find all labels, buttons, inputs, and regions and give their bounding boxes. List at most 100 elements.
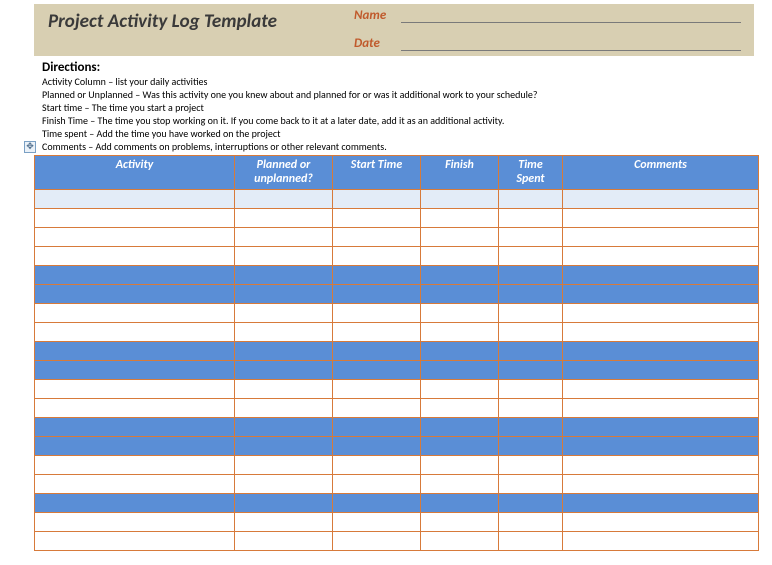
table-cell[interactable]: [35, 437, 235, 456]
table-cell[interactable]: [35, 456, 235, 475]
table-cell[interactable]: [333, 304, 421, 323]
table-row[interactable]: [35, 209, 759, 228]
table-cell[interactable]: [563, 418, 759, 437]
table-cell[interactable]: [333, 228, 421, 247]
table-cell[interactable]: [333, 418, 421, 437]
table-cell[interactable]: [235, 190, 333, 209]
table-cell[interactable]: [333, 513, 421, 532]
table-row[interactable]: [35, 532, 759, 551]
table-cell[interactable]: [333, 190, 421, 209]
table-cell[interactable]: [499, 380, 563, 399]
table-cell[interactable]: [421, 361, 499, 380]
table-cell[interactable]: [499, 456, 563, 475]
table-row[interactable]: [35, 456, 759, 475]
table-row[interactable]: [35, 190, 759, 209]
table-cell[interactable]: [421, 456, 499, 475]
table-cell[interactable]: [499, 266, 563, 285]
table-cell[interactable]: [421, 266, 499, 285]
table-cell[interactable]: [333, 399, 421, 418]
table-cell[interactable]: [421, 228, 499, 247]
table-row[interactable]: [35, 361, 759, 380]
table-row[interactable]: [35, 285, 759, 304]
table-cell[interactable]: [35, 361, 235, 380]
table-cell[interactable]: [235, 494, 333, 513]
table-cell[interactable]: [563, 285, 759, 304]
table-cell[interactable]: [235, 418, 333, 437]
table-cell[interactable]: [421, 437, 499, 456]
table-cell[interactable]: [421, 209, 499, 228]
table-cell[interactable]: [421, 247, 499, 266]
table-cell[interactable]: [235, 532, 333, 551]
table-cell[interactable]: [35, 247, 235, 266]
table-cell[interactable]: [563, 228, 759, 247]
table-cell[interactable]: [499, 513, 563, 532]
table-row[interactable]: [35, 380, 759, 399]
table-cell[interactable]: [563, 532, 759, 551]
table-cell[interactable]: [421, 342, 499, 361]
table-cell[interactable]: [35, 475, 235, 494]
table-cell[interactable]: [35, 418, 235, 437]
table-cell[interactable]: [563, 399, 759, 418]
table-cell[interactable]: [235, 475, 333, 494]
table-cell[interactable]: [333, 456, 421, 475]
table-cell[interactable]: [421, 513, 499, 532]
table-cell[interactable]: [235, 456, 333, 475]
table-cell[interactable]: [333, 285, 421, 304]
table-cell[interactable]: [235, 437, 333, 456]
table-cell[interactable]: [563, 342, 759, 361]
table-row[interactable]: [35, 304, 759, 323]
table-cell[interactable]: [35, 285, 235, 304]
table-cell[interactable]: [499, 285, 563, 304]
table-cell[interactable]: [35, 190, 235, 209]
table-cell[interactable]: [35, 266, 235, 285]
table-cell[interactable]: [499, 475, 563, 494]
table-cell[interactable]: [333, 361, 421, 380]
table-cell[interactable]: [499, 209, 563, 228]
table-cell[interactable]: [333, 342, 421, 361]
table-move-handle-icon[interactable]: ✥: [24, 141, 36, 153]
table-cell[interactable]: [333, 266, 421, 285]
table-cell[interactable]: [235, 285, 333, 304]
table-cell[interactable]: [333, 247, 421, 266]
table-cell[interactable]: [421, 475, 499, 494]
table-cell[interactable]: [333, 323, 421, 342]
table-cell[interactable]: [35, 228, 235, 247]
table-cell[interactable]: [499, 190, 563, 209]
table-cell[interactable]: [333, 209, 421, 228]
table-cell[interactable]: [563, 494, 759, 513]
table-cell[interactable]: [421, 285, 499, 304]
table-cell[interactable]: [563, 247, 759, 266]
table-cell[interactable]: [499, 532, 563, 551]
table-cell[interactable]: [563, 209, 759, 228]
table-row[interactable]: [35, 494, 759, 513]
table-cell[interactable]: [499, 342, 563, 361]
table-cell[interactable]: [235, 361, 333, 380]
table-cell[interactable]: [563, 361, 759, 380]
table-cell[interactable]: [563, 323, 759, 342]
table-cell[interactable]: [333, 437, 421, 456]
table-cell[interactable]: [499, 399, 563, 418]
table-cell[interactable]: [421, 418, 499, 437]
table-cell[interactable]: [35, 513, 235, 532]
table-cell[interactable]: [563, 190, 759, 209]
table-row[interactable]: [35, 323, 759, 342]
table-row[interactable]: [35, 399, 759, 418]
table-row[interactable]: [35, 228, 759, 247]
table-row[interactable]: [35, 342, 759, 361]
table-cell[interactable]: [421, 494, 499, 513]
table-cell[interactable]: [499, 247, 563, 266]
date-input-line[interactable]: [401, 38, 741, 51]
table-cell[interactable]: [235, 209, 333, 228]
table-cell[interactable]: [563, 304, 759, 323]
table-cell[interactable]: [421, 399, 499, 418]
table-cell[interactable]: [235, 513, 333, 532]
table-cell[interactable]: [235, 304, 333, 323]
table-cell[interactable]: [35, 209, 235, 228]
table-cell[interactable]: [35, 380, 235, 399]
table-row[interactable]: [35, 475, 759, 494]
table-cell[interactable]: [35, 399, 235, 418]
table-cell[interactable]: [235, 247, 333, 266]
table-cell[interactable]: [499, 418, 563, 437]
table-cell[interactable]: [235, 399, 333, 418]
table-row[interactable]: [35, 418, 759, 437]
